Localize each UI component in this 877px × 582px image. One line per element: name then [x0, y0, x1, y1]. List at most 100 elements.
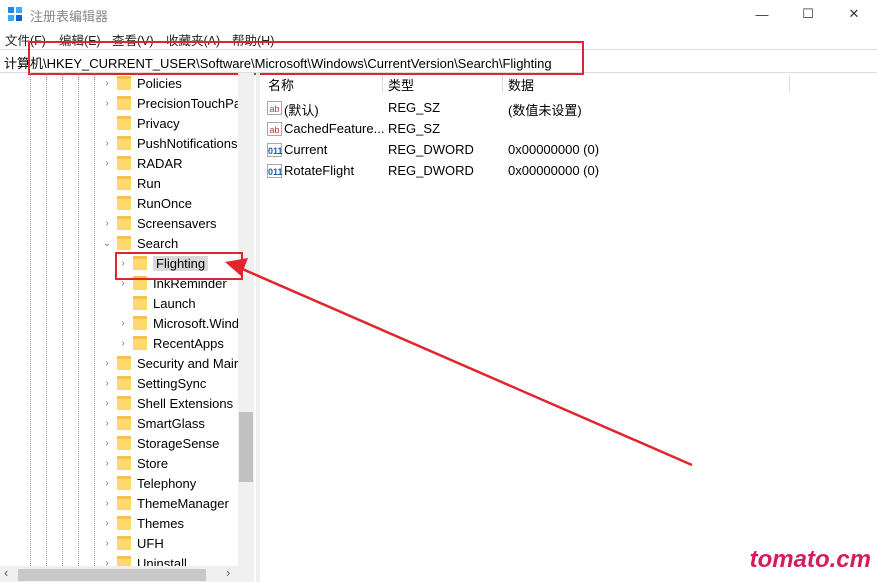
tree-item[interactable]: › Telephony — [101, 473, 196, 493]
folder-icon — [117, 76, 131, 90]
tree-item[interactable]: › Store — [101, 453, 168, 473]
tree-scroll-thumb[interactable] — [239, 412, 253, 482]
tree-item[interactable]: › Screensavers — [101, 213, 216, 233]
table-row[interactable]: 011 RotateFlight REG_DWORD 0x00000000 (0… — [266, 161, 866, 181]
tree-item-label: UFH — [137, 535, 164, 551]
tree-item[interactable]: › PushNotifications — [101, 133, 237, 153]
tree-item[interactable]: › RecentApps — [117, 333, 224, 353]
tree-item[interactable]: › Shell Extensions — [101, 393, 233, 413]
expand-icon[interactable]: › — [101, 157, 113, 169]
tree-item-label: Security and Main — [137, 355, 242, 371]
tree-item[interactable]: › Security and Main — [101, 353, 241, 373]
tree-item[interactable]: ⌄ Search — [101, 233, 178, 253]
value-data: (数值未设置) — [508, 103, 582, 118]
tree-item-label: ThemeManager — [137, 495, 229, 511]
expand-icon[interactable]: › — [101, 97, 113, 109]
tree-item-label: SettingSync — [137, 375, 207, 391]
value-type: REG_SZ — [388, 100, 441, 115]
tree-item[interactable]: Launch — [117, 293, 196, 313]
minimize-button[interactable]: — — [739, 0, 785, 28]
tree-item-label: RecentApps — [153, 335, 224, 351]
tree-item[interactable]: › SmartGlass — [101, 413, 205, 433]
flighting-highlight-box — [115, 252, 243, 280]
close-button[interactable]: ✕ — [831, 0, 877, 28]
column-divider[interactable] — [502, 75, 503, 93]
tree-item-label: Shell Extensions — [137, 395, 234, 411]
tree-item-label: Telephony — [137, 475, 197, 491]
expand-icon[interactable]: › — [101, 137, 113, 149]
value-name: CachedFeature... — [284, 121, 385, 136]
expand-icon — [117, 297, 129, 309]
folder-icon — [117, 456, 131, 470]
folder-icon — [117, 496, 131, 510]
folder-icon — [117, 236, 131, 250]
tree-item[interactable]: › StorageSense — [101, 433, 219, 453]
value-data: 0x00000000 (0) — [508, 142, 600, 157]
expand-icon[interactable]: › — [117, 317, 129, 329]
maximize-button[interactable]: ☐ — [785, 0, 831, 28]
tree-item-label: Store — [137, 455, 169, 471]
table-row[interactable]: ab CachedFeature... REG_SZ — [266, 119, 866, 139]
tree-item-label: RunOnce — [137, 195, 192, 211]
expand-icon[interactable]: › — [101, 417, 113, 429]
values-list[interactable]: 名称 类型 数据 ab (默认) REG_SZ (数值未设置) ab Cache… — [262, 73, 877, 582]
expand-icon[interactable]: › — [101, 477, 113, 489]
tree-item[interactable]: › ThemeManager — [101, 493, 229, 513]
column-type[interactable]: 类型 — [388, 75, 414, 94]
table-row[interactable]: ab (默认) REG_SZ (数值未设置) — [266, 98, 866, 118]
tree-item[interactable]: Privacy — [101, 113, 180, 133]
column-divider[interactable] — [382, 75, 383, 93]
value-name: Current — [284, 142, 328, 157]
expand-icon — [101, 197, 113, 209]
scroll-right-icon[interactable]: › — [226, 565, 230, 580]
expand-icon[interactable]: › — [101, 217, 113, 229]
expand-icon[interactable]: › — [101, 377, 113, 389]
expand-icon[interactable]: › — [101, 457, 113, 469]
key-tree[interactable]: › Policies › PrecisionTouchPa Privacy › PushNo… — [0, 73, 254, 568]
tree-item-label: Search — [137, 235, 179, 251]
folder-icon — [117, 156, 131, 170]
tree-item-label: Policies — [137, 75, 182, 91]
expand-icon[interactable]: › — [101, 437, 113, 449]
folder-icon — [117, 176, 131, 190]
tree-item[interactable]: › UFH — [101, 533, 164, 553]
table-row[interactable]: 011 Current REG_DWORD 0x00000000 (0) — [266, 140, 866, 160]
column-divider[interactable] — [789, 75, 790, 93]
tree-vertical-scrollbar[interactable] — [238, 73, 254, 568]
tree-item-label: PushNotifications — [137, 135, 238, 151]
tree-hscroll-thumb[interactable] — [18, 569, 206, 581]
tree-item[interactable]: › Policies — [101, 73, 182, 93]
tree-item-label: StorageSense — [137, 435, 220, 451]
tree-item[interactable]: RunOnce — [101, 193, 192, 213]
tree-item[interactable]: › Themes — [101, 513, 184, 533]
value-name: RotateFlight — [284, 163, 355, 178]
tree-item-label: Themes — [137, 515, 184, 531]
folder-icon — [117, 396, 131, 410]
tree-item[interactable]: Run — [101, 173, 161, 193]
title-bar: 注册表编辑器 — ☐ ✕ — [0, 0, 877, 28]
value-name: (默认) — [284, 103, 319, 118]
column-name[interactable]: 名称 — [268, 75, 294, 94]
pane-splitter[interactable] — [256, 73, 260, 582]
tree-item[interactable]: › PrecisionTouchPa — [101, 93, 241, 113]
value-type: REG_DWORD — [388, 142, 474, 157]
watermark: tomato.cm — [749, 546, 871, 573]
expand-icon[interactable]: › — [101, 517, 113, 529]
tree-item[interactable]: › Microsoft.Wind — [117, 313, 239, 333]
expand-icon[interactable]: › — [101, 357, 113, 369]
expand-icon[interactable]: › — [101, 77, 113, 89]
expand-icon[interactable]: › — [101, 537, 113, 549]
expand-icon[interactable]: › — [101, 397, 113, 409]
folder-icon — [117, 216, 131, 230]
folder-icon — [117, 436, 131, 450]
expand-icon[interactable]: › — [101, 497, 113, 509]
dword-value-icon: 011 — [267, 164, 283, 178]
tree-item[interactable]: › SettingSync — [101, 373, 206, 393]
collapse-icon[interactable]: ⌄ — [101, 237, 113, 249]
folder-icon — [133, 316, 147, 330]
tree-item-label: Run — [137, 175, 161, 191]
tree-item[interactable]: › RADAR — [101, 153, 182, 173]
expand-icon[interactable]: › — [117, 337, 129, 349]
column-data[interactable]: 数据 — [508, 75, 534, 94]
scroll-left-icon[interactable]: ‹ — [4, 565, 8, 580]
